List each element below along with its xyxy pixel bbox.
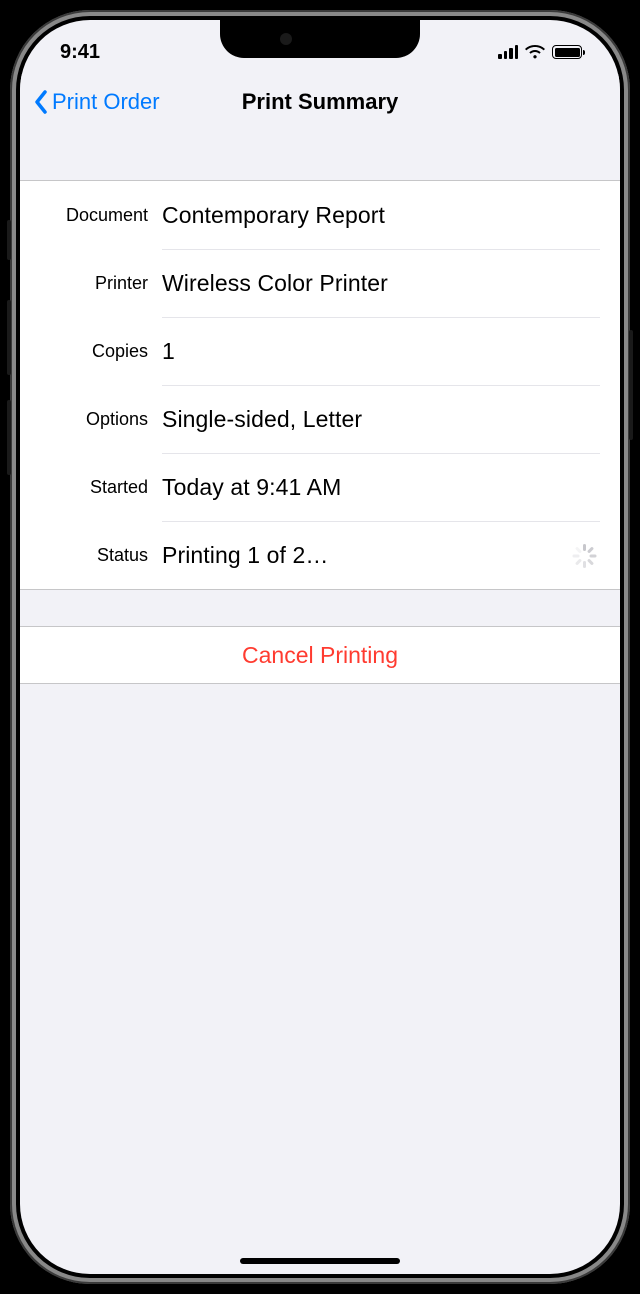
navigation-bar: Print Order Print Summary bbox=[20, 74, 620, 130]
status-right bbox=[498, 44, 582, 60]
label-status: Status bbox=[40, 545, 162, 566]
label-document: Document bbox=[40, 205, 162, 226]
row-options: Options Single-sided, Letter bbox=[20, 385, 620, 453]
label-printer: Printer bbox=[40, 273, 162, 294]
home-indicator[interactable] bbox=[240, 1258, 400, 1264]
value-started: Today at 9:41 AM bbox=[162, 474, 341, 501]
value-copies: 1 bbox=[162, 338, 175, 365]
value-document: Contemporary Report bbox=[162, 202, 385, 229]
label-options: Options bbox=[40, 409, 162, 430]
label-started: Started bbox=[40, 477, 162, 498]
value-options: Single-sided, Letter bbox=[162, 406, 362, 433]
page-title: Print Summary bbox=[242, 89, 399, 115]
mute-switch bbox=[7, 220, 11, 260]
label-copies: Copies bbox=[40, 341, 162, 362]
status-time: 9:41 bbox=[60, 41, 100, 64]
content: Document Contemporary Report Printer Wir… bbox=[20, 130, 620, 684]
row-printer: Printer Wireless Color Printer bbox=[20, 249, 620, 317]
notch bbox=[220, 20, 420, 58]
row-copies: Copies 1 bbox=[20, 317, 620, 385]
battery-icon bbox=[552, 45, 582, 59]
volume-up-button bbox=[7, 300, 11, 375]
wifi-icon bbox=[525, 44, 545, 60]
cancel-printing-button[interactable]: Cancel Printing bbox=[20, 627, 620, 683]
row-started: Started Today at 9:41 AM bbox=[20, 453, 620, 521]
screen: 9:41 Print Order Print Summary bbox=[20, 20, 620, 1274]
details-group: Document Contemporary Report Printer Wir… bbox=[20, 180, 620, 590]
actions-group: Cancel Printing bbox=[20, 626, 620, 684]
row-document: Document Contemporary Report bbox=[20, 181, 620, 249]
value-printer: Wireless Color Printer bbox=[162, 270, 388, 297]
iphone-frame: 9:41 Print Order Print Summary bbox=[10, 10, 630, 1284]
cellular-signal-icon bbox=[498, 45, 518, 59]
row-status: Status Printing 1 of 2… bbox=[20, 521, 620, 589]
power-button bbox=[629, 330, 633, 440]
volume-down-button bbox=[7, 400, 11, 475]
activity-spinner-icon bbox=[572, 544, 596, 568]
value-status: Printing 1 of 2… bbox=[162, 542, 329, 569]
back-button-label: Print Order bbox=[52, 89, 160, 115]
back-button[interactable]: Print Order bbox=[34, 89, 160, 115]
chevron-left-icon bbox=[34, 90, 48, 114]
